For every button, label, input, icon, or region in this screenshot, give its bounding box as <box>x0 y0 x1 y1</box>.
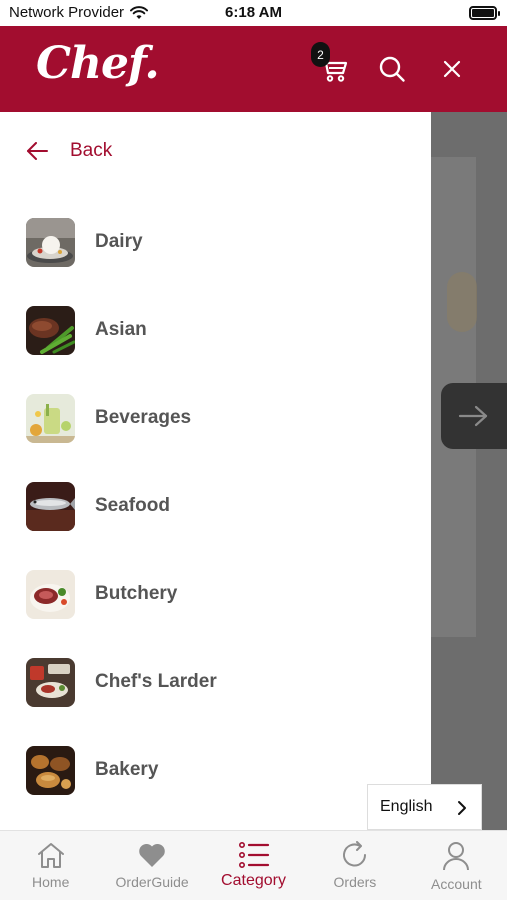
dairy-thumbnail <box>26 217 75 267</box>
chef-logo[interactable]: Chef. <box>36 38 160 89</box>
category-item-beverages[interactable]: Beverages <box>0 374 431 462</box>
nav-label: Home <box>32 874 70 890</box>
nav-label: Category <box>221 872 286 889</box>
asian-thumbnail <box>26 305 75 355</box>
category-label: Chef's Larder <box>95 671 217 692</box>
category-item-dairy[interactable]: Dairy <box>0 198 431 286</box>
heart-icon <box>139 843 165 867</box>
nav-label: OrderGuide <box>115 874 189 890</box>
nav-category[interactable]: Category <box>203 831 304 900</box>
language-selector[interactable]: English <box>367 784 482 830</box>
list-icon <box>238 841 269 868</box>
butchery-thumbnail <box>26 569 75 619</box>
background-image-blur <box>447 272 477 332</box>
clock: 6:18 AM <box>225 4 282 21</box>
cart-count-badge: 2 <box>311 42 330 67</box>
category-item-seafood[interactable]: Seafood <box>0 462 431 550</box>
nav-home[interactable]: Home <box>0 831 101 900</box>
search-icon <box>379 56 405 82</box>
category-label: Asian <box>95 319 147 340</box>
refresh-icon <box>342 841 366 867</box>
arrow-left-icon <box>27 142 48 160</box>
chefs-larder-thumbnail <box>26 657 75 707</box>
arrow-right-icon <box>458 405 488 427</box>
close-menu-button[interactable] <box>434 51 470 87</box>
back-button[interactable]: Back <box>26 140 112 162</box>
chevron-right-icon <box>458 801 466 815</box>
bottom-navigation: Home OrderGuide Category Orders Account <box>0 830 507 900</box>
category-drawer: Back Dairy Asian Beverages Seafood Butch… <box>0 112 431 830</box>
nav-label: Account <box>431 876 482 892</box>
category-list: Dairy Asian Beverages Seafood Butchery C… <box>0 198 431 814</box>
category-item-asian[interactable]: Asian <box>0 286 431 374</box>
app-header: Chef. 2 <box>0 26 507 112</box>
category-label: Bakery <box>95 759 159 780</box>
nav-orders[interactable]: Orders <box>304 831 405 900</box>
home-icon <box>37 843 64 868</box>
status-bar: Network Provider 6:18 AM <box>0 0 507 26</box>
beverages-thumbnail <box>26 393 75 443</box>
search-button[interactable] <box>374 51 410 87</box>
seafood-thumbnail <box>26 481 75 531</box>
user-icon <box>443 842 470 871</box>
nav-label: Orders <box>333 874 377 890</box>
category-label: Seafood <box>95 495 170 516</box>
category-label: Dairy <box>95 231 143 252</box>
battery-icon <box>469 6 500 20</box>
language-label: English <box>380 798 433 815</box>
category-item-butchery[interactable]: Butchery <box>0 550 431 638</box>
back-label: Back <box>70 140 113 161</box>
carousel-next-button[interactable] <box>441 383 507 449</box>
bakery-thumbnail <box>26 745 75 795</box>
category-label: Butchery <box>95 583 178 604</box>
category-item-chefs-larder[interactable]: Chef's Larder <box>0 638 431 726</box>
nav-account[interactable]: Account <box>406 831 507 900</box>
close-icon <box>443 60 461 78</box>
category-label: Beverages <box>95 407 192 428</box>
dimmed-content-overlay[interactable] <box>431 112 507 830</box>
nav-order-guide[interactable]: OrderGuide <box>101 831 202 900</box>
